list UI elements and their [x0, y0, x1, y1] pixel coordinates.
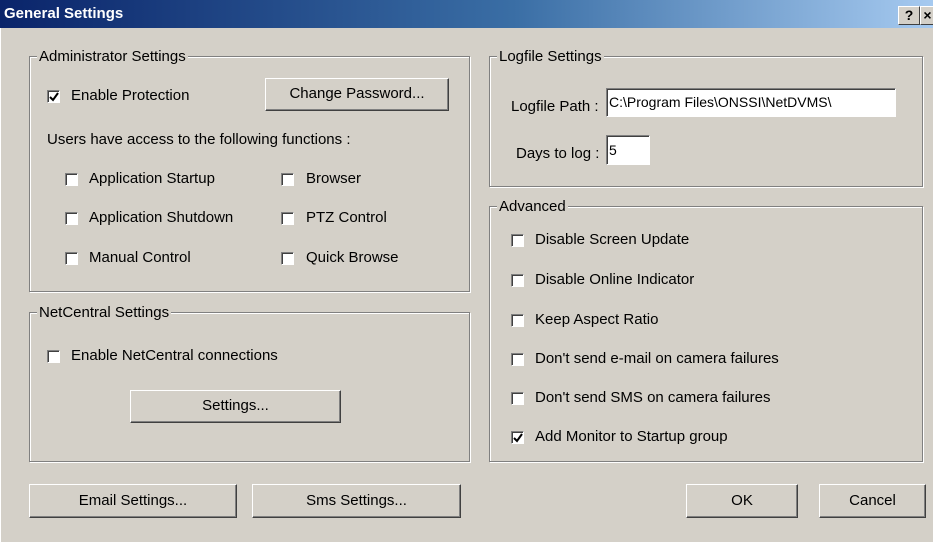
admin-settings-legend: Administrator Settings	[37, 48, 188, 65]
add-monitor-startup-checkbox[interactable]	[511, 431, 524, 444]
keep-aspect-ratio-label: Keep Aspect Ratio	[535, 311, 659, 328]
application-shutdown-label: Application Shutdown	[89, 209, 234, 226]
application-startup-checkbox[interactable]	[65, 173, 78, 186]
email-settings-button[interactable]: Email Settings...	[29, 484, 237, 518]
days-to-log-label: Days to log :	[516, 145, 600, 162]
enable-protection-label: Enable Protection	[71, 87, 190, 104]
checkmark-icon	[513, 433, 523, 443]
netcentral-settings-legend: NetCentral Settings	[37, 304, 172, 321]
title-bar: General Settings ? ×	[0, 0, 933, 28]
application-startup-label: Application Startup	[89, 170, 215, 187]
logfile-path-label: Logfile Path :	[511, 98, 599, 115]
netcentral-settings-group: NetCentral Settings	[29, 304, 470, 462]
ptz-control-label: PTZ Control	[306, 209, 387, 226]
no-sms-on-failure-checkbox[interactable]	[511, 392, 524, 405]
sms-settings-button[interactable]: Sms Settings...	[252, 484, 461, 518]
checkmark-icon	[49, 92, 59, 102]
no-email-on-failure-checkbox[interactable]	[511, 353, 524, 366]
dialog-body: Administrator Settings Enable Protection…	[0, 28, 933, 542]
cancel-button[interactable]: Cancel	[819, 484, 926, 518]
netcentral-settings-button[interactable]: Settings...	[130, 390, 341, 423]
close-button[interactable]: ×	[920, 6, 933, 25]
advanced-legend: Advanced	[497, 198, 568, 215]
logfile-path-input[interactable]: C:\Program Files\ONSSI\NetDVMS\	[606, 88, 896, 117]
disable-screen-update-checkbox[interactable]	[511, 234, 524, 247]
no-sms-on-failure-label: Don't send SMS on camera failures	[535, 389, 771, 406]
disable-online-indicator-label: Disable Online Indicator	[535, 271, 695, 288]
manual-control-label: Manual Control	[89, 249, 191, 266]
enable-netcentral-checkbox[interactable]	[47, 350, 60, 363]
disable-online-indicator-checkbox[interactable]	[511, 274, 524, 287]
days-to-log-input[interactable]: 5	[606, 135, 650, 165]
logfile-settings-legend: Logfile Settings	[497, 48, 604, 65]
no-email-on-failure-label: Don't send e-mail on camera failures	[535, 350, 779, 367]
access-functions-text: Users have access to the following funct…	[47, 131, 351, 148]
enable-netcentral-label: Enable NetCentral connections	[71, 347, 278, 364]
add-monitor-startup-label: Add Monitor to Startup group	[535, 428, 728, 445]
logfile-settings-group: Logfile Settings	[489, 48, 923, 187]
disable-screen-update-label: Disable Screen Update	[535, 231, 690, 248]
ok-button[interactable]: OK	[686, 484, 798, 518]
enable-protection-checkbox[interactable]	[47, 90, 60, 103]
window-title: General Settings	[4, 5, 124, 22]
ptz-control-checkbox[interactable]	[281, 212, 294, 225]
quick-browse-checkbox[interactable]	[281, 252, 294, 265]
manual-control-checkbox[interactable]	[65, 252, 78, 265]
application-shutdown-checkbox[interactable]	[65, 212, 78, 225]
quick-browse-label: Quick Browse	[306, 249, 399, 266]
keep-aspect-ratio-checkbox[interactable]	[511, 314, 524, 327]
help-button[interactable]: ?	[898, 6, 920, 25]
browser-label: Browser	[306, 170, 362, 187]
change-password-button[interactable]: Change Password...	[265, 78, 449, 111]
browser-checkbox[interactable]	[281, 173, 294, 186]
